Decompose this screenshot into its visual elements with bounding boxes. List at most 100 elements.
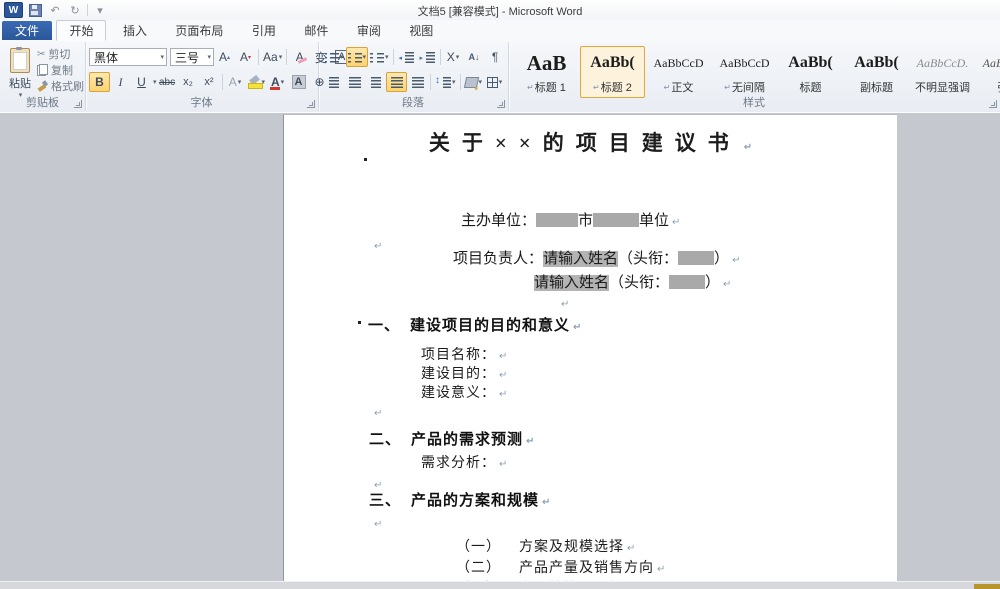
sort-button[interactable]: A↓ [464,47,485,67]
style-preview: AaB [527,47,567,79]
tab-file[interactable]: 文件 [2,21,52,40]
tab-home[interactable]: 开始 [56,20,106,41]
style-subtitle[interactable]: AaBb( 副标题 [844,46,909,98]
clear-formatting-button[interactable]: A [289,47,310,67]
font-color-button[interactable]: A▾ [267,72,288,92]
font-dialog-launcher[interactable] [307,100,315,108]
justify-button[interactable] [386,72,407,92]
font-color-icon: A [271,75,280,89]
align-center-button[interactable] [344,72,365,92]
host-unit-blank-field[interactable] [593,213,639,227]
subscript-button[interactable]: x₂ [178,72,199,92]
style-subtle-emphasis[interactable]: AaBbCcD. 不明显强调 [910,46,975,98]
shrink-font-button[interactable]: A▾ [235,47,256,67]
line-spacing-icon [435,77,451,88]
superscript-button[interactable]: x² [199,72,220,92]
numbering-button[interactable]: ▾ [346,47,369,67]
text-effects-button[interactable]: A▾ [225,72,246,92]
font-name-combo[interactable]: 黑体 ▾ [89,48,167,66]
document-page[interactable]: 关于××的项目建议书↵ 主办单位：市单位↵ ↵ 项目负责人：请输入姓名（头衔：）… [283,114,897,589]
ribbon-bottom-highlight [0,112,1000,113]
tab-page-layout[interactable]: 页面布局 [163,21,235,40]
anchor-dot [358,321,361,324]
chevron-down-icon: ▾ [363,53,367,61]
tab-insert[interactable]: 插入 [111,21,159,40]
style-heading2[interactable]: AaBb( ↵标题 2 [580,46,645,98]
tab-references[interactable]: 引用 [240,21,288,40]
shading-bucket-icon [463,77,478,88]
line-spacing-button[interactable]: ▾ [433,72,458,92]
word-window: W ↶ ↻ ▾ 文档5 [兼容模式] - Microsoft Word 文件 开… [0,0,1000,589]
character-shading-button[interactable]: A [288,72,309,92]
distribute-button[interactable] [407,72,428,92]
style-label: 标题 [800,79,822,95]
paragraph-mark: ↵ [627,543,635,554]
numbering-icon [348,52,362,63]
paragraph-mark: ↵ [573,322,581,333]
borders-grid-icon [487,77,498,88]
copy-label: 复制 [51,62,73,78]
align-center-icon [349,77,361,88]
tab-mailings[interactable]: 邮件 [292,21,340,40]
clipboard-dialog-launcher[interactable] [74,100,82,108]
increase-indent-button[interactable] [417,47,438,67]
doc-title: 关于××的项目建议书↵ [284,127,897,157]
style-para-mark: ↵ [664,83,671,92]
multilevel-list-button[interactable]: ▾ [368,47,391,67]
title-suffix: ） [705,275,720,291]
group-font: 黑体 ▾ 三号 ▾ A▴ A▾ Aa▾ A 变 A B I U▾ [85,42,319,111]
cut-button[interactable]: ✂ 剪切 [37,46,83,62]
section-title: 建设项目的目的和意义 [410,317,570,334]
item-text: 需求分析： [421,456,496,471]
font-size-combo[interactable]: 三号 ▾ [170,48,214,66]
style-normal[interactable]: AaBbCcD ↵正文 [646,46,711,98]
style-no-spacing[interactable]: AaBbCcD ↵无间隔 [712,46,777,98]
title-blank-field[interactable] [669,275,705,289]
style-title[interactable]: AaBb( 标题 [778,46,843,98]
host-city-blank-field[interactable] [536,213,578,227]
name-placeholder-field[interactable]: 请输入姓名 [543,251,618,267]
change-case-button[interactable]: Aa▾ [261,47,284,67]
italic-button[interactable]: I [110,72,131,92]
underline-button[interactable]: U [131,72,152,92]
styles-gallery: AaB ↵标题 1 AaBb( ↵标题 2 AaBbCcD ↵正文 AaBbCc… [514,46,1000,98]
asian-layout-button[interactable]: X▾ [443,47,464,67]
section-3-heading: 三、产品的方案和规模↵ [369,489,550,510]
bullets-button[interactable]: ▾ [323,47,346,67]
bold-button[interactable]: B [89,72,110,92]
host-unit-label: 主办单位： [461,213,536,229]
brush-icon [37,80,48,92]
separator [286,49,287,65]
item-text: 产品产量及销售方向 [519,561,654,576]
font-row-1: 黑体 ▾ 三号 ▾ A▴ A▾ Aa▾ A 变 A [89,47,352,67]
paragraph-mark: ↵ [499,459,507,470]
text-highlight-button[interactable]: ▾ [246,72,268,92]
show-marks-button[interactable]: ¶ [485,47,506,67]
chevron-down-icon: ▾ [479,78,483,86]
style-heading1[interactable]: AaB ↵标题 1 [514,46,579,98]
borders-button[interactable]: ▾ [484,72,505,92]
item-text: 方案及规模选择 [519,540,624,555]
tab-view[interactable]: 视图 [397,21,445,40]
bullets-icon [325,52,339,63]
decrease-indent-button[interactable] [396,47,417,67]
paragraph-mark: ↵ [744,142,752,153]
copy-button[interactable]: 复制 [37,62,83,78]
shading-button[interactable]: ▾ [463,72,485,92]
align-left-button[interactable] [323,72,344,92]
empty-paragraph: ↵ [371,237,382,254]
grow-font-button[interactable]: A▴ [214,47,235,67]
format-painter-button[interactable]: 格式刷 [37,78,83,94]
name-placeholder-field[interactable]: 请输入姓名 [534,275,609,291]
paragraph-dialog-launcher[interactable] [497,100,505,108]
tab-review[interactable]: 审阅 [345,21,393,40]
styles-dialog-launcher[interactable] [989,100,997,108]
align-right-button[interactable] [365,72,386,92]
style-preview: AaBb( [590,47,634,79]
section-num: 一、 [368,317,400,334]
distribute-icon [412,77,424,88]
title-blank-field[interactable] [678,251,714,265]
item-num: （二） [456,561,501,576]
strikethrough-button[interactable]: abc [157,72,178,92]
style-emphasis[interactable]: AaBbCcD. 强调 [976,46,1000,98]
